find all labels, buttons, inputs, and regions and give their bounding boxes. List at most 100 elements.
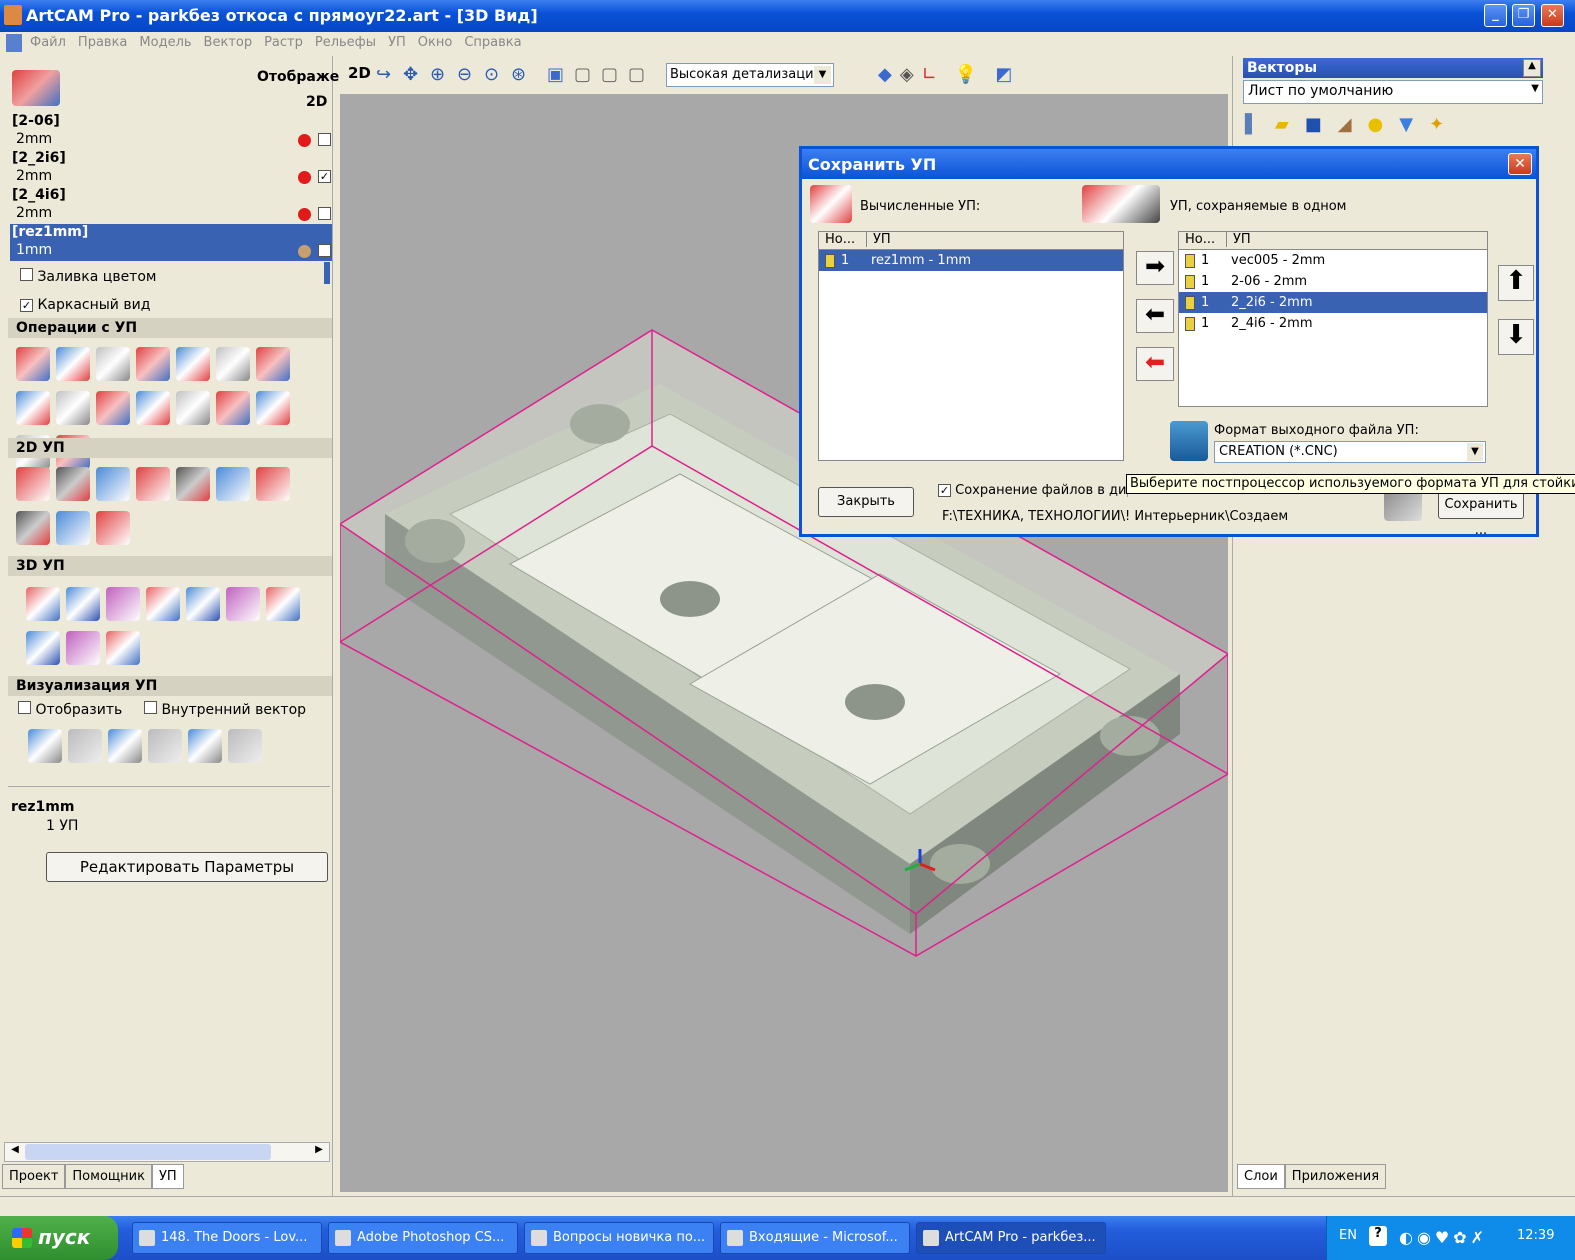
2d-toolpath-icon[interactable] <box>16 467 50 501</box>
taskbar-item-4[interactable]: ArtCAM Pro - parkбез... <box>916 1222 1106 1254</box>
fill-color-checkbox[interactable] <box>20 268 33 281</box>
menu-item-2[interactable]: Модель <box>139 35 191 50</box>
3d-toolpath-icon[interactable] <box>66 631 100 665</box>
bulb-icon[interactable]: ● <box>1368 114 1400 135</box>
menu-item-4[interactable]: Растр <box>264 35 303 50</box>
menu-item-5[interactable]: Рельефы <box>315 35 376 50</box>
layer-visibility-checkbox[interactable] <box>318 207 331 220</box>
toolpath-op-icon[interactable] <box>256 347 290 381</box>
3d-toolpath-icon[interactable] <box>266 587 300 621</box>
toolpath-op-icon[interactable] <box>216 391 250 425</box>
2d-toolpath-icon[interactable] <box>16 511 50 545</box>
vis-inner-option[interactable]: Внутренний вектор <box>144 701 306 718</box>
menu-item-8[interactable]: Справка <box>464 35 521 50</box>
iso-view-icon[interactable]: ▣ <box>547 64 569 86</box>
vis-inner-checkbox[interactable] <box>144 701 157 714</box>
2d-toolpath-icon[interactable] <box>96 511 130 545</box>
2d-toolpath-icon[interactable] <box>176 467 210 501</box>
axis-icon[interactable]: ∟ <box>922 64 937 85</box>
layer-visibility-checkbox[interactable] <box>318 244 331 257</box>
toolpath-op-icon[interactable] <box>16 347 50 381</box>
scroll-right-icon[interactable]: ▶ <box>311 1144 327 1160</box>
saved-list[interactable]: Но... УП 1 vec005 - 2mm 1 2-06 - 2mm 1 2_2i6 -… <box>1178 231 1488 407</box>
toolpath-op-icon[interactable] <box>176 391 210 425</box>
3d-toolpath-icon[interactable] <box>186 587 220 621</box>
simulation-icon[interactable] <box>108 729 142 763</box>
chevron-down-icon[interactable]: ▼ <box>814 66 831 84</box>
front-view-icon[interactable]: ▢ <box>574 64 596 86</box>
close-button[interactable]: ✕ <box>1541 4 1564 27</box>
zoom-fit-icon[interactable]: ⊛ <box>511 64 533 86</box>
2d-toolpath-icon[interactable] <box>256 467 290 501</box>
star-icon[interactable]: ✦ <box>1429 114 1460 135</box>
horizontal-scrollbar[interactable]: ◀ ▶ <box>4 1142 330 1162</box>
2d-toolpath-icon[interactable] <box>216 467 250 501</box>
import-icon[interactable]: ◢ <box>1338 114 1368 135</box>
2d-toolpath-icon[interactable] <box>96 467 130 501</box>
3d-toolpath-icon[interactable] <box>146 587 180 621</box>
left-tab-0[interactable]: Проект <box>2 1164 66 1189</box>
scroll-left-icon[interactable]: ◀ <box>7 1144 23 1160</box>
toolpath-row[interactable]: 1 rez1mm - 1mm <box>819 250 1123 271</box>
simulation-icon[interactable] <box>188 729 222 763</box>
3d-toolpath-icon[interactable] <box>26 587 60 621</box>
grid-icon[interactable]: ◈ <box>900 64 914 85</box>
toolpath-layer[interactable]: [2_4i6] 2mm <box>10 187 332 224</box>
settings-icon[interactable]: ◩ <box>995 64 1012 85</box>
right-tab-0[interactable]: Слои <box>1237 1164 1285 1189</box>
3d-toolpath-icon[interactable] <box>26 631 60 665</box>
toolpath-op-icon[interactable] <box>96 347 130 381</box>
left-tab-2[interactable]: УП <box>151 1164 184 1189</box>
pan-icon[interactable]: ✥ <box>403 64 425 86</box>
remove-all-button[interactable]: ⬅ <box>1136 347 1174 381</box>
menu-item-1[interactable]: Правка <box>78 35 127 50</box>
zoom-in-icon[interactable]: ⊕ <box>430 64 452 86</box>
toolpath-op-icon[interactable] <box>16 391 50 425</box>
right-tab-1[interactable]: Приложения <box>1284 1164 1387 1189</box>
menu-item-3[interactable]: Вектор <box>204 35 253 50</box>
save-dir-option[interactable]: ✓ Сохранение файлов в дире <box>938 483 1128 498</box>
chevron-down-icon[interactable]: ▼ <box>1467 443 1483 461</box>
simulation-icon[interactable] <box>68 729 102 763</box>
taskbar-item-2[interactable]: Вопросы новичка по... <box>524 1222 714 1254</box>
chevron-down-icon[interactable]: ▼ <box>1531 83 1539 94</box>
2d-toolpath-icon[interactable] <box>136 467 170 501</box>
side-view-icon[interactable]: ▢ <box>601 64 623 86</box>
sheet-select[interactable]: Лист по умолчанию ▼ <box>1243 80 1543 104</box>
toolpath-layer[interactable]: [rez1mm] 1mm <box>10 224 332 261</box>
new-icon[interactable]: ▌ <box>1245 114 1275 135</box>
toolpath-op-icon[interactable] <box>136 347 170 381</box>
rotate-icon[interactable]: ↪ <box>376 64 398 86</box>
top-view-icon[interactable]: ▢ <box>628 64 650 86</box>
toolpath-layer[interactable]: [2_2i6] 2mm ✓ <box>10 150 332 187</box>
simulation-icon[interactable] <box>228 729 262 763</box>
toolpath-op-icon[interactable] <box>56 347 90 381</box>
save-button[interactable]: Сохранить ... <box>1438 491 1524 538</box>
delete-icon[interactable]: ▼ <box>1399 114 1429 135</box>
toolpath-op-icon[interactable] <box>136 391 170 425</box>
2d-toolpath-icon[interactable] <box>56 467 90 501</box>
plane-icon[interactable]: ◆ <box>878 64 892 85</box>
menu-item-7[interactable]: Окно <box>418 35 453 50</box>
move-up-button[interactable]: ⬆ <box>1498 265 1534 301</box>
2d-toolpath-icon[interactable] <box>56 511 90 545</box>
move-down-button[interactable]: ⬇ <box>1498 319 1534 355</box>
tray-icons[interactable]: ◐◉♥✿✗ <box>1399 1228 1488 1247</box>
toolpath-op-icon[interactable] <box>96 391 130 425</box>
toolpath-op-icon[interactable] <box>216 347 250 381</box>
wireframe-checkbox[interactable]: ✓ <box>20 299 33 312</box>
toolpath-op-icon[interactable] <box>256 391 290 425</box>
layer-visibility-checkbox[interactable] <box>318 133 331 146</box>
zoom-box-icon[interactable]: ⊙ <box>484 64 506 86</box>
vis-show-option[interactable]: Отобразить <box>18 701 122 718</box>
taskbar-item-3[interactable]: Входящие - Microsof... <box>720 1222 910 1254</box>
minimize-button[interactable]: _ <box>1484 4 1507 27</box>
save-icon[interactable]: ■ <box>1305 114 1338 135</box>
simulation-icon[interactable] <box>148 729 182 763</box>
collapse-icon[interactable]: ▲ <box>1523 59 1541 77</box>
toolpath-op-icon[interactable] <box>176 347 210 381</box>
vis-show-checkbox[interactable] <box>18 701 31 714</box>
wireframe-option[interactable]: ✓ Каркасный вид <box>20 297 150 313</box>
taskbar-item-0[interactable]: 148. The Doors - Lov... <box>132 1222 322 1254</box>
save-dir-checkbox[interactable]: ✓ <box>938 484 951 497</box>
